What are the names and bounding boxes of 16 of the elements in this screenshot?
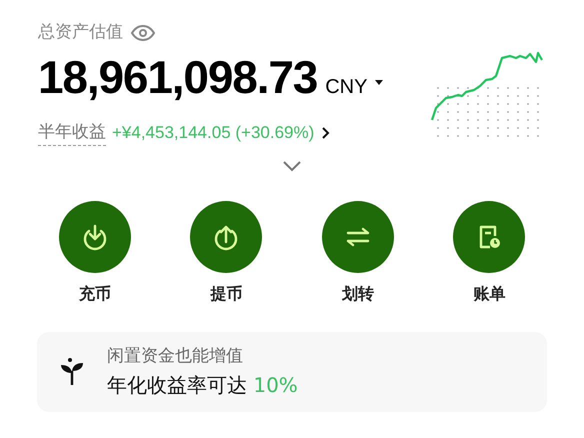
- total-assets-label: 总资产估值: [38, 21, 123, 44]
- promo-card[interactable]: 闲置资金也能增值 年化收益率可达 10%: [37, 332, 547, 412]
- chevron-down-icon[interactable]: [282, 160, 302, 172]
- action-label: 提币: [210, 283, 242, 305]
- chevron-right-icon[interactable]: [322, 126, 330, 139]
- action-label: 划转: [342, 283, 374, 305]
- action-label: 充币: [78, 283, 111, 305]
- action-label: 账单: [473, 283, 506, 305]
- promo-title: 闲置资金也能增值: [107, 345, 244, 368]
- currency-selector[interactable]: CNY: [325, 72, 368, 102]
- profit-value: +¥4,453,144.05 (+30.69%): [112, 122, 314, 144]
- caret-down-icon[interactable]: [375, 80, 384, 85]
- half-year-profit-label: 半年收益: [38, 120, 106, 146]
- promo-text: 年化收益率可达 10%: [107, 372, 298, 398]
- total-amount: 18,961,098.73: [38, 54, 318, 100]
- eye-icon[interactable]: [131, 24, 155, 41]
